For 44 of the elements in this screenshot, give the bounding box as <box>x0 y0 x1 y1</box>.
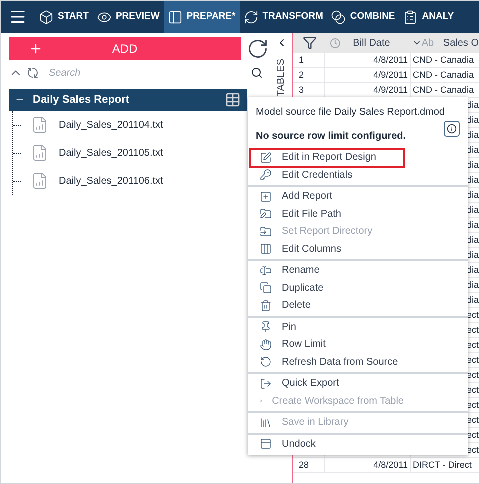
menu-item[interactable]: Quick Export <box>250 375 404 392</box>
add-button[interactable]: ADD <box>9 37 241 60</box>
tree-title: Daily Sales Report <box>33 92 131 108</box>
menu-item[interactable]: Duplicate <box>250 280 404 297</box>
tree-item[interactable]: Daily_Sales_201104.txt <box>59 118 164 132</box>
nav-tab[interactable]: PREPARE* <box>164 1 240 33</box>
tree-item[interactable]: Daily_Sales_201106.txt <box>59 174 164 188</box>
table-cell-text: CND - Canadia <box>413 54 474 67</box>
row-number: 3 <box>299 85 304 95</box>
info-text: Model source file Daily Sales Report.dmod <box>256 106 446 120</box>
menu-item[interactable]: Rename <box>250 262 404 280</box>
menu-item[interactable]: Row Limit <box>250 336 404 354</box>
table-cell-text: CND - Canadia <box>413 84 474 97</box>
nav-tab[interactable]: TRANSFORM <box>240 1 328 33</box>
menu-item[interactable]: Refresh Data from Source <box>250 354 404 371</box>
info-text: No source row limit configured. <box>256 130 408 144</box>
column-header[interactable]: Bill Date <box>353 36 412 50</box>
table-cell: 4/8/2011 <box>374 55 408 65</box>
nav-tab[interactable]: START <box>35 1 93 33</box>
row-number: 2 <box>299 70 304 80</box>
table-cell: 4/8/2011 <box>374 460 408 470</box>
menu-item[interactable]: Pin <box>250 318 404 336</box>
tree-item[interactable]: Daily_Sales_201105.txt <box>59 146 164 160</box>
menu-item[interactable]: Edit Credentials <box>250 166 404 184</box>
table-cell: 4/9/2011 <box>374 85 408 95</box>
nav-tab[interactable]: COMBINE <box>327 1 400 33</box>
column-header[interactable]: Sales O <box>443 36 479 50</box>
type-label: Ab <box>422 36 436 50</box>
table-cell-text: DIRCT - Direct <box>413 459 472 472</box>
tree-header[interactable]: Daily Sales Report <box>9 89 247 111</box>
table-cell-text: CND - Canadia <box>413 69 474 82</box>
nav-tab[interactable]: PREVIEW <box>92 1 164 33</box>
menu-item[interactable]: Edit in Report Design <box>250 149 404 166</box>
menu-item[interactable]: Edit Columns <box>250 240 404 258</box>
tables-tab[interactable]: TABLES <box>274 59 288 97</box>
search-field[interactable]: Search <box>49 66 247 80</box>
nav-tab[interactable]: ANALY <box>399 1 458 33</box>
row-number: 1 <box>299 55 304 65</box>
table-cell: 4/9/2011 <box>374 70 408 80</box>
menu-item[interactable]: Undock <box>250 436 404 453</box>
row-number: 28 <box>299 460 310 470</box>
menu-item[interactable]: Add Report <box>250 188 404 206</box>
menu-item[interactable]: Delete <box>250 297 404 314</box>
menu-item[interactable]: Edit File Path <box>250 206 404 223</box>
